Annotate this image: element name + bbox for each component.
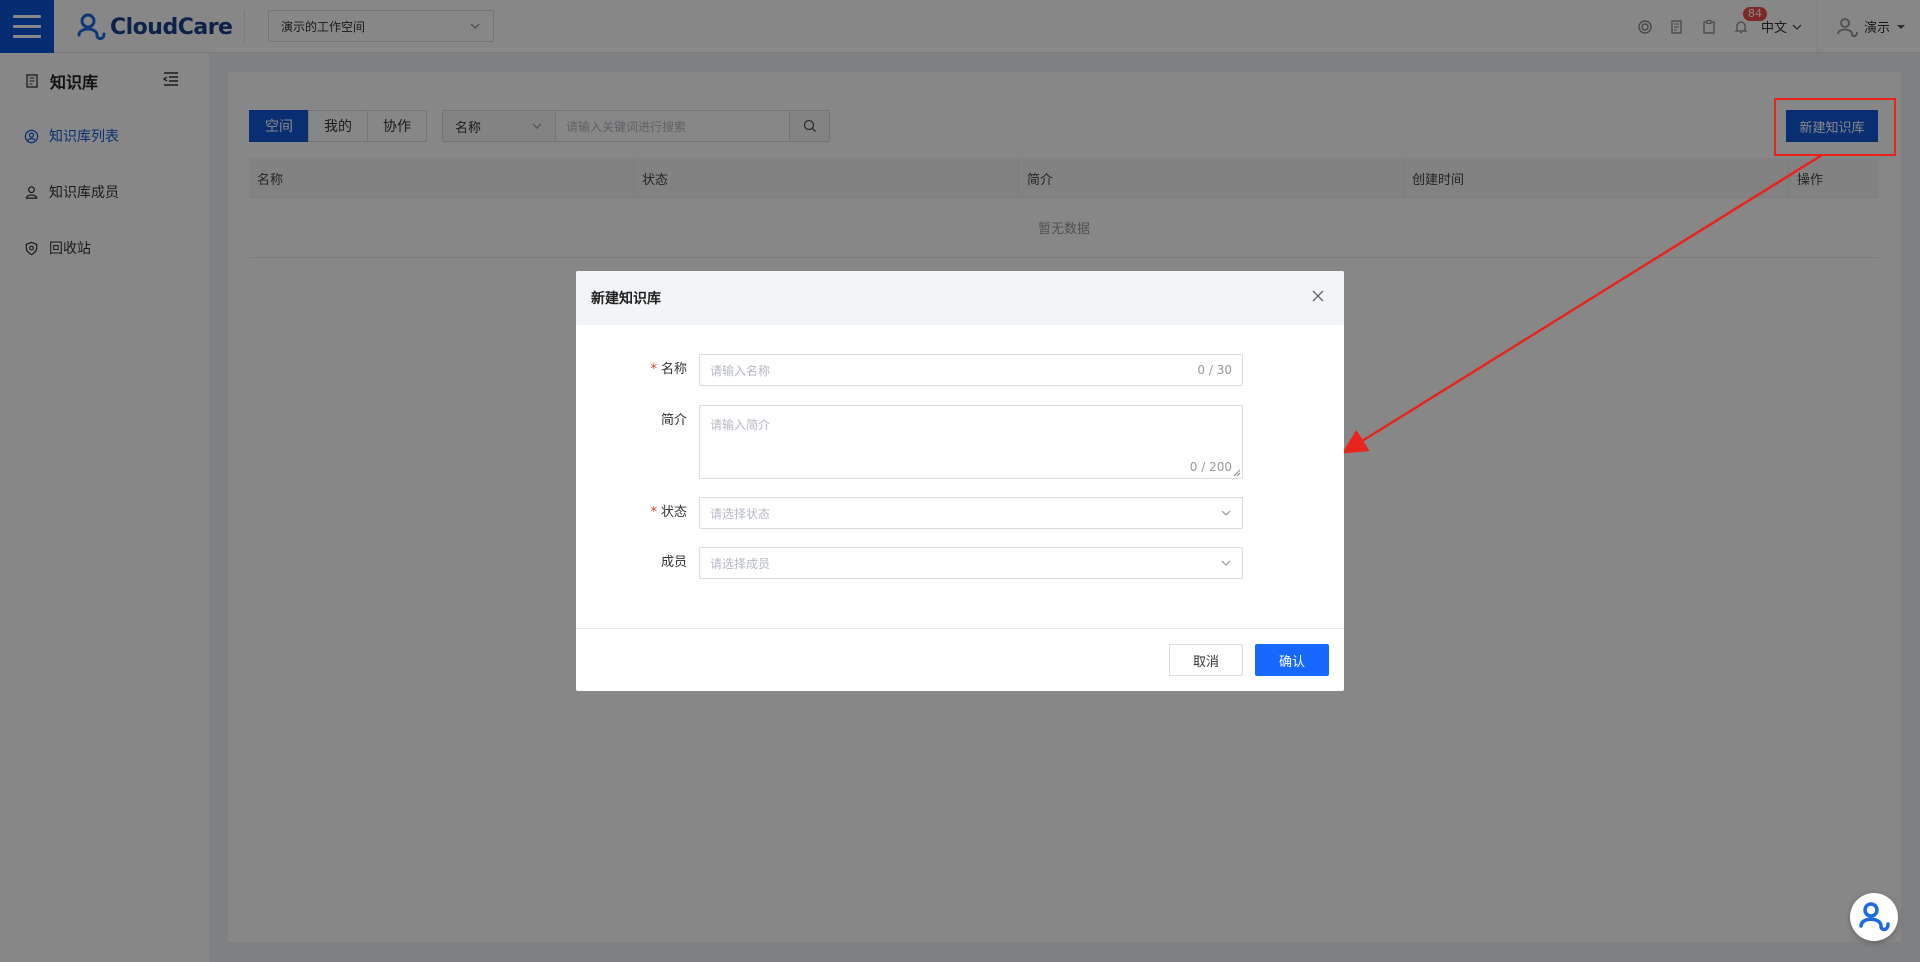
annotation-highlight-box — [1774, 98, 1896, 156]
field-label-status: * 状态 — [650, 505, 687, 520]
resize-grip-icon[interactable] — [1233, 469, 1241, 477]
chevron-down-icon — [1221, 560, 1231, 566]
name-input[interactable]: 请输入名称 0 / 30 — [699, 354, 1243, 386]
close-icon — [1312, 290, 1324, 302]
required-marker: * — [650, 505, 657, 520]
form-row-members: 成员 请选择成员 — [576, 547, 1344, 579]
confirm-button[interactable]: 确认 — [1255, 644, 1329, 676]
field-label-name: * 名称 — [650, 362, 687, 377]
intro-counter: 0 / 200 — [1189, 460, 1232, 474]
status-select[interactable]: 请选择状态 — [699, 497, 1243, 529]
field-label-members: 成员 — [660, 555, 687, 570]
form-row-intro: 简介 请输入简介 0 / 200 — [576, 405, 1344, 479]
dialog-header: 新建知识库 — [576, 271, 1344, 325]
members-select[interactable]: 请选择成员 — [699, 547, 1243, 579]
floating-assistant-button[interactable] — [1850, 893, 1898, 941]
dialog-footer: 取消 确认 — [576, 628, 1344, 691]
field-label-intro: 简介 — [660, 413, 687, 428]
form-row-name: * 名称 请输入名称 0 / 30 — [576, 354, 1344, 386]
name-placeholder: 请输入名称 — [710, 363, 771, 378]
intro-placeholder: 请输入简介 — [710, 418, 771, 432]
dialog-title: 新建知识库 — [591, 291, 661, 307]
chevron-down-icon — [1221, 510, 1231, 516]
assistant-logo-icon — [1859, 902, 1890, 932]
name-counter: 0 / 30 — [1197, 363, 1232, 377]
intro-textarea[interactable]: 请输入简介 0 / 200 — [699, 405, 1243, 479]
status-placeholder: 请选择状态 — [710, 506, 771, 521]
dialog-close-button[interactable] — [1310, 288, 1326, 304]
required-marker: * — [650, 362, 657, 377]
form-row-status: * 状态 请选择状态 — [576, 497, 1344, 529]
members-placeholder: 请选择成员 — [710, 556, 771, 571]
cancel-button[interactable]: 取消 — [1169, 644, 1243, 676]
new-knowledge-base-dialog: 新建知识库 * 名称 请输入名称 0 / 30 简介 请输入简介 0 / 200 … — [576, 271, 1344, 691]
